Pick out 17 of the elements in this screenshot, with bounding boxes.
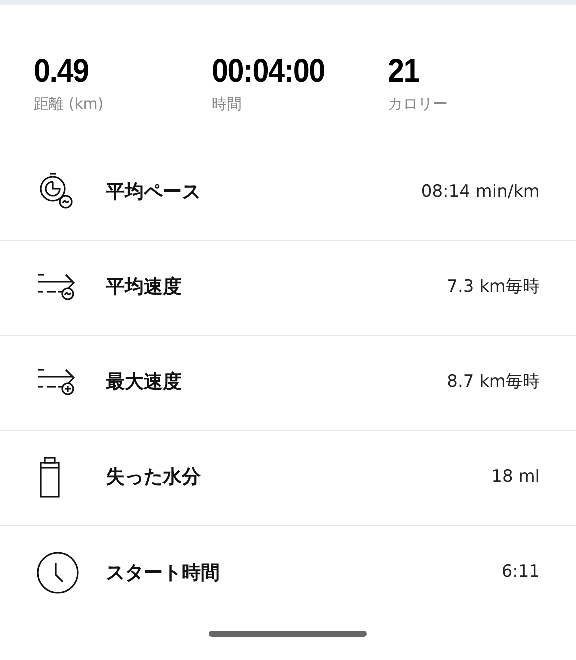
stat-label: カロリー bbox=[388, 94, 448, 115]
stat-value: 00:04:00 bbox=[212, 51, 326, 91]
stat-value: 21 bbox=[388, 51, 421, 91]
metric-value: 8.7 km毎時 bbox=[447, 370, 540, 394]
metric-value: 08:14 min/km bbox=[421, 180, 540, 204]
metric-label: 最大速度 bbox=[106, 370, 182, 396]
metric-value: 6:11 bbox=[502, 561, 540, 584]
stat-value: 0.49 bbox=[34, 51, 90, 91]
stat-label: 時間 bbox=[212, 94, 243, 115]
metric-label: 失った水分 bbox=[106, 465, 201, 490]
metric-value: 18 ml bbox=[492, 466, 540, 489]
metric-value: 7.3 km毎時 bbox=[447, 276, 540, 299]
clock-icon bbox=[36, 551, 80, 595]
metric-label: スタート時間 bbox=[106, 560, 220, 586]
metric-label: 平均ペース bbox=[106, 180, 201, 206]
stat-label: 距離 (km) bbox=[34, 94, 105, 115]
metric-label: 平均速度 bbox=[106, 275, 182, 300]
